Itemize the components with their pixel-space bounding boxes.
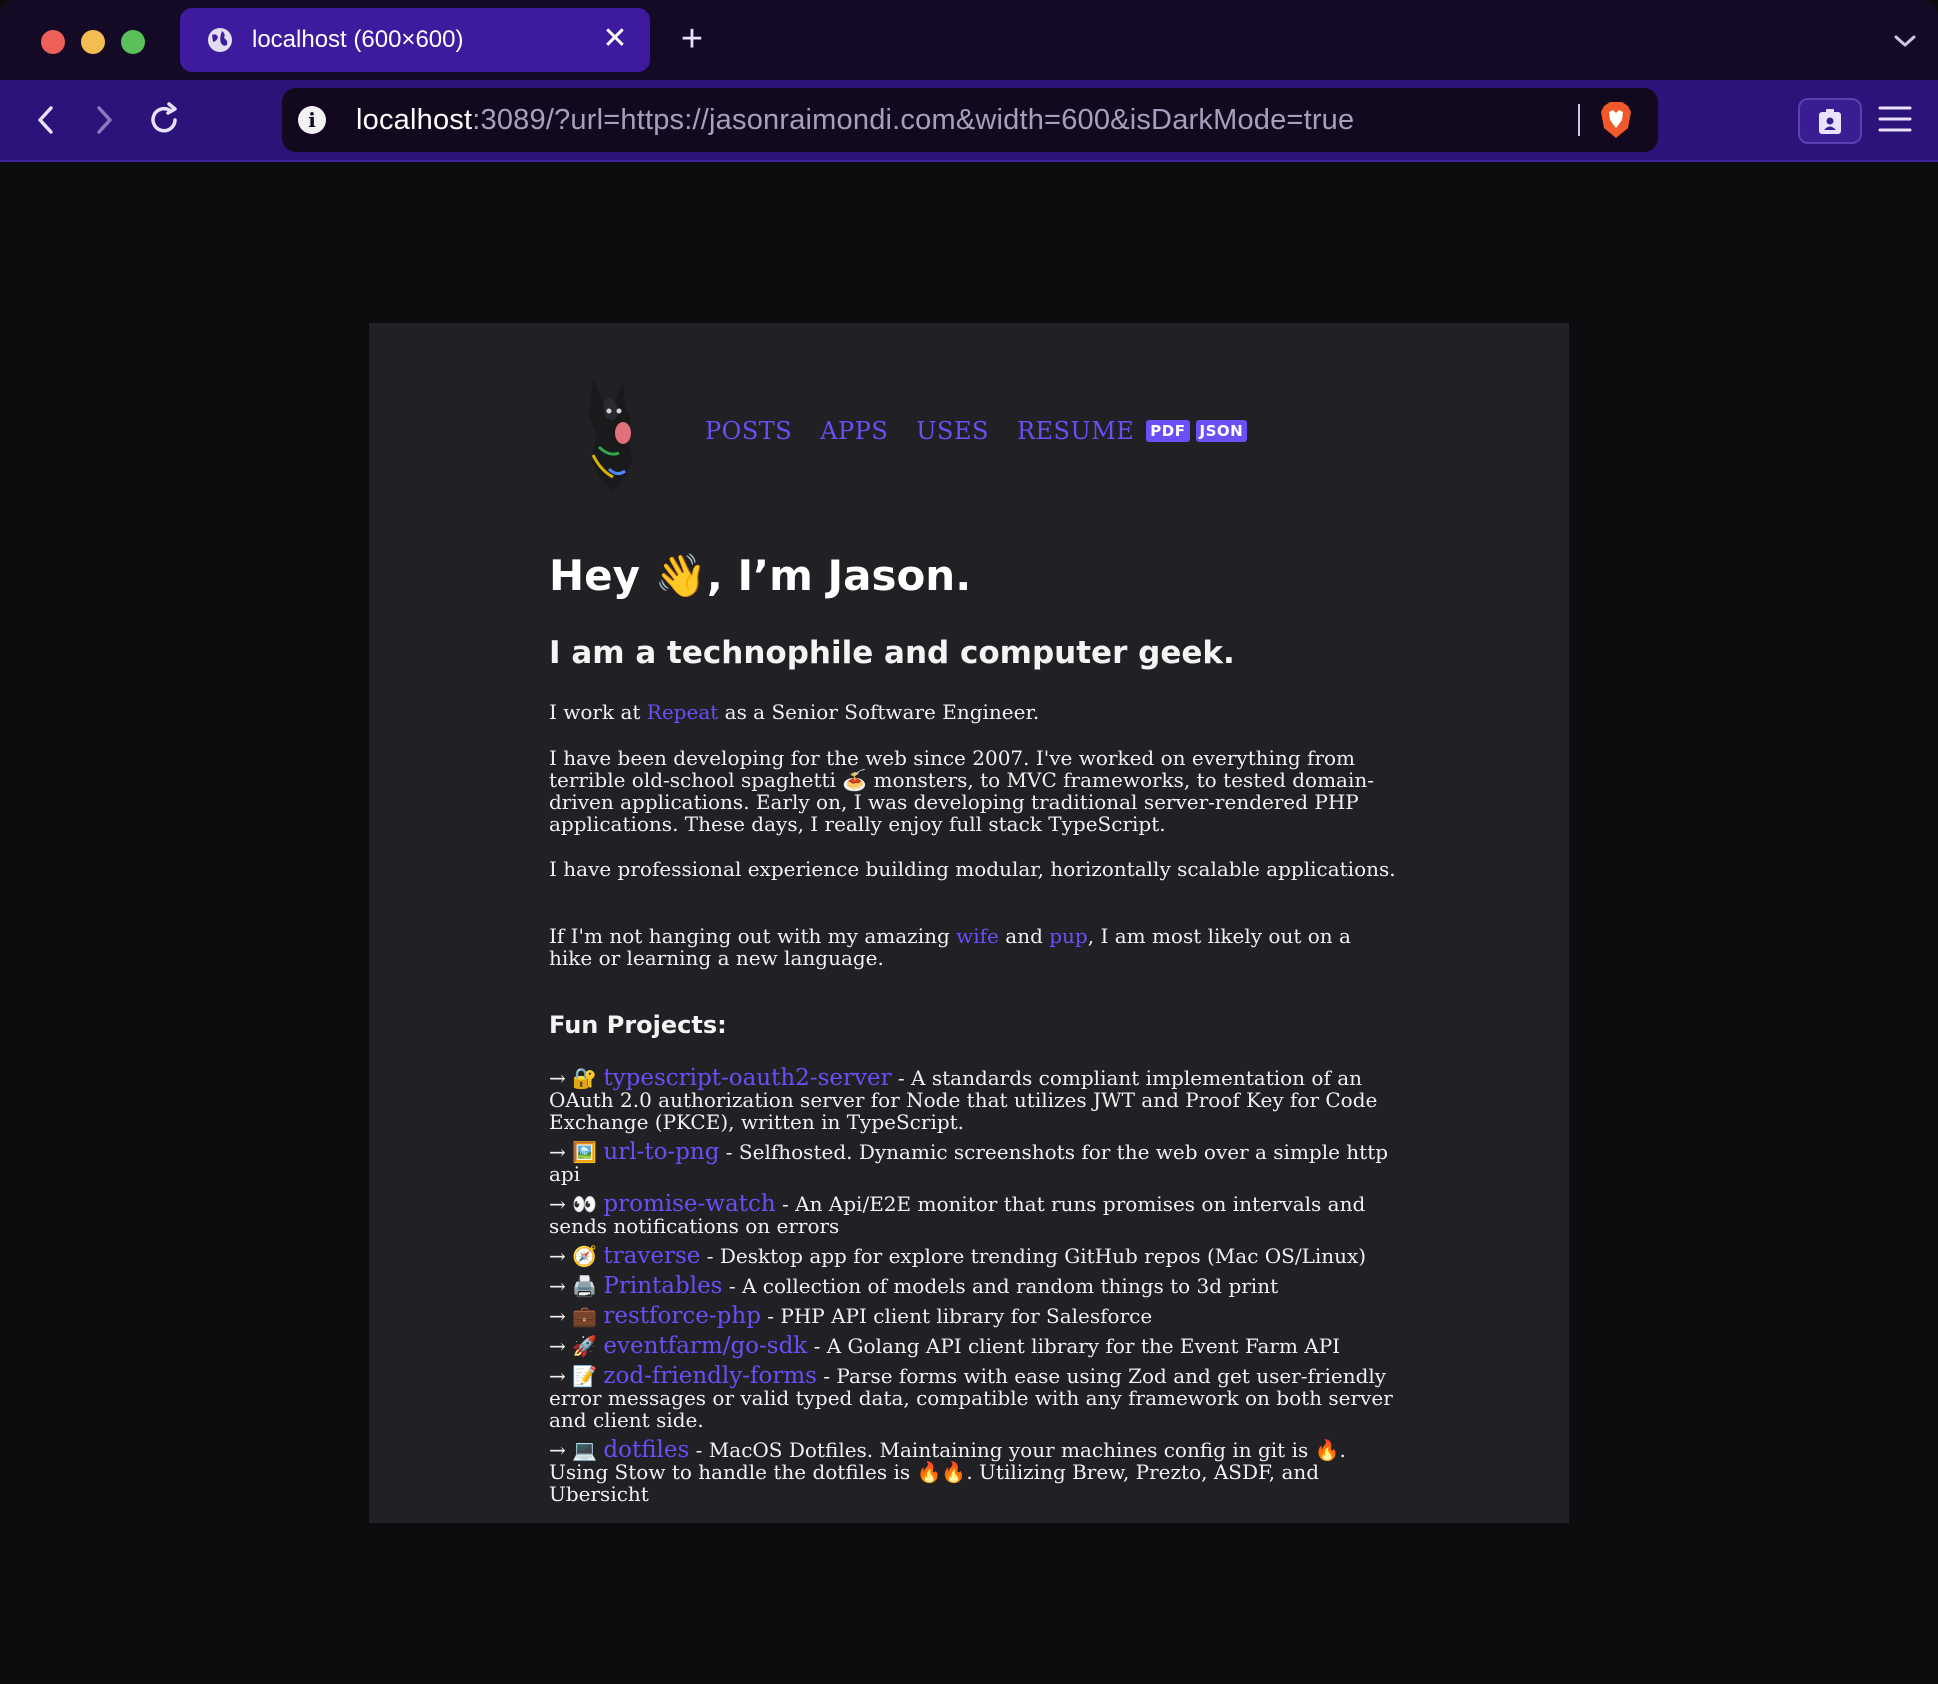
site-info-icon[interactable]: i (298, 106, 326, 134)
list-item: → 👀 promise-watch - An Api/E2E monitor t… (549, 1192, 1399, 1238)
project-link[interactable]: traverse (603, 1243, 700, 1269)
nav-resume-link[interactable]: RESUME (1017, 417, 1134, 445)
site-nav: POSTS APPS USES RESUME PDF JSON (705, 417, 1248, 445)
personal-paragraph: If I'm not hanging out with my amazing w… (549, 925, 1399, 969)
tab-strip: localhost (600×600) ✕ + (0, 0, 1938, 80)
pup-link[interactable]: pup (1049, 924, 1088, 948)
p4-mid: and (998, 924, 1050, 948)
nav-apps-link[interactable]: APPS (820, 417, 888, 445)
laptop-icon: 💻 (572, 1438, 598, 1462)
wife-link[interactable]: wife (956, 924, 999, 948)
list-item: → 🔐 typescript-oauth2-server - A standar… (549, 1066, 1399, 1134)
arrow-icon: → (549, 1274, 566, 1298)
url-host: localhost (356, 104, 473, 136)
nav-posts-link[interactable]: POSTS (705, 417, 792, 445)
close-window-button[interactable] (41, 30, 65, 54)
arrow-icon: → (549, 1438, 566, 1462)
brave-shields-icon[interactable] (1598, 100, 1634, 140)
active-tab[interactable]: localhost (600×600) ✕ (180, 8, 650, 72)
nav-uses-link[interactable]: USES (916, 417, 989, 445)
repeat-link[interactable]: Repeat (647, 700, 719, 724)
rocket-icon: 🚀 (572, 1334, 598, 1358)
close-tab-icon[interactable]: ✕ (598, 22, 632, 56)
list-item: → 🖨️ Printables - A collection of models… (549, 1273, 1399, 1299)
project-link[interactable]: url-to-png (603, 1139, 719, 1165)
printer-icon: 🖨️ (572, 1274, 598, 1298)
project-description: - PHP API client library for Salesforce (760, 1304, 1153, 1328)
projects-list: → 🔐 typescript-oauth2-server - A standar… (549, 1067, 1399, 1513)
chevron-down-icon[interactable] (1888, 24, 1922, 58)
compass-icon: 🧭 (572, 1244, 598, 1268)
project-link[interactable]: restforce-php (603, 1303, 761, 1329)
browser-toolbar: i localhost:3089/?url=https://jasonraimo… (0, 80, 1938, 162)
p1-before: I work at (549, 700, 647, 724)
list-item: → 💼 restforce-php - PHP API client libra… (549, 1303, 1399, 1329)
project-link[interactable]: eventfarm/go-sdk (603, 1333, 807, 1359)
browser-window: localhost (600×600) ✕ + i localhost:3089… (0, 0, 1938, 1684)
list-item: → 🧭 traverse - Desktop app for explore t… (549, 1243, 1399, 1269)
intro-work-paragraph: I work at Repeat as a Senior Software En… (549, 701, 1399, 723)
eyes-icon: 👀 (572, 1192, 598, 1216)
arrow-icon: → (549, 1192, 566, 1216)
url-text[interactable]: localhost:3089/?url=https://jasonraimond… (356, 104, 1354, 137)
lock-icon: 🔐 (572, 1066, 598, 1090)
history-paragraph: I have been developing for the web since… (549, 746, 1375, 836)
hamburger-menu-icon[interactable] (1876, 102, 1914, 136)
address-bar[interactable]: i localhost:3089/?url=https://jasonraimo… (282, 88, 1658, 152)
briefcase-icon: 💼 (572, 1304, 598, 1328)
dog-avatar-logo[interactable] (579, 373, 649, 493)
p4-before: If I'm not hanging out with my amazing (549, 924, 957, 948)
project-description: - A Golang API client library for the Ev… (807, 1334, 1341, 1358)
back-arrow-icon[interactable] (24, 98, 68, 142)
forward-arrow-icon[interactable] (82, 98, 126, 142)
list-item: → 🚀 eventfarm/go-sdk - A Golang API clie… (549, 1333, 1399, 1359)
arrow-icon: → (549, 1304, 566, 1328)
reload-icon[interactable] (142, 98, 186, 142)
arrow-icon: → (549, 1066, 566, 1090)
subtitle-heading: I am a technophile and computer geek. (549, 635, 1235, 671)
arrow-icon: → (549, 1364, 566, 1388)
list-item: → 💻 dotfiles - MacOS Dotfiles. Maintaini… (549, 1438, 1399, 1506)
globe-icon (208, 28, 232, 52)
project-description: - A collection of models and random thin… (722, 1274, 1279, 1298)
hero-heading: Hey 👋, I’m Jason. (549, 551, 972, 600)
url-separator (1578, 104, 1580, 136)
arrow-icon: → (549, 1140, 566, 1164)
zoom-window-button[interactable] (121, 30, 145, 54)
fun-projects-heading: Fun Projects: (549, 1011, 727, 1039)
tab-title: localhost (600×600) (252, 26, 464, 53)
picture-icon: 🖼️ (572, 1140, 598, 1164)
screenshot-preview: POSTS APPS USES RESUME PDF JSON Hey 👋, I… (369, 323, 1569, 1523)
memo-icon: 📝 (572, 1364, 598, 1388)
resume-json-badge[interactable]: JSON (1195, 420, 1248, 442)
p1-after: as a Senior Software Engineer. (718, 700, 1040, 724)
resume-pdf-badge[interactable]: PDF (1146, 420, 1190, 442)
page-viewport: POSTS APPS USES RESUME PDF JSON Hey 👋, I… (0, 163, 1938, 1684)
arrow-icon: → (549, 1334, 566, 1358)
url-path: :3089/?url=https://jasonraimondi.com&wid… (472, 104, 1355, 136)
list-item: → 🖼️ url-to-png - Selfhosted. Dynamic sc… (549, 1139, 1399, 1186)
new-tab-button[interactable]: + (672, 20, 712, 60)
arrow-icon: → (549, 1244, 566, 1268)
list-item: → 📝 zod-friendly-forms - Parse forms wit… (549, 1364, 1399, 1432)
minimize-window-button[interactable] (81, 30, 105, 54)
wallet-icon (1819, 109, 1841, 134)
project-link[interactable]: Printables (603, 1273, 722, 1299)
wallet-button[interactable] (1798, 98, 1862, 144)
project-description: - Desktop app for explore trending GitHu… (700, 1244, 1367, 1268)
experience-paragraph: I have professional experience building … (549, 857, 1396, 881)
